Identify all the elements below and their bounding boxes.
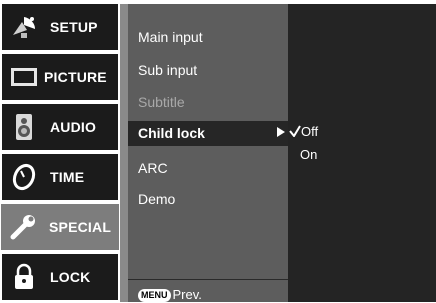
category-tabs: SETUP PICTURE AUDIO TIME SPECIAL LOCK — [0, 4, 120, 302]
tab-label: LOCK — [50, 269, 91, 285]
menu-item-demo[interactable]: Demo — [128, 188, 288, 210]
tab-setup[interactable]: SETUP — [2, 4, 118, 50]
menu-item-child-lock[interactable]: Child lock — [128, 121, 288, 146]
tab-connector — [120, 4, 128, 302]
special-submenu: Main input Sub input Subtitle Child lock… — [128, 4, 288, 303]
menu-divider — [128, 279, 288, 280]
menu-footer: MENU Prev. — [138, 287, 202, 303]
speaker-icon — [16, 114, 32, 140]
tv-osd-menu: SETUP PICTURE AUDIO TIME SPECIAL LOCK Ma… — [0, 0, 436, 303]
tab-time[interactable]: TIME — [2, 154, 118, 200]
menu-item-arc[interactable]: ARC — [128, 157, 288, 179]
tab-label: PICTURE — [44, 69, 107, 85]
tab-audio[interactable]: AUDIO — [2, 104, 118, 150]
tab-label: SPECIAL — [49, 219, 112, 235]
tab-lock[interactable]: LOCK — [2, 254, 118, 300]
padlock-icon — [15, 263, 33, 289]
menu-item-subtitle: Subtitle — [138, 94, 185, 110]
wrench-icon — [10, 215, 35, 240]
monitor-icon — [11, 68, 37, 86]
tab-label: TIME — [50, 169, 85, 185]
tab-special[interactable]: SPECIAL — [1, 204, 119, 250]
tab-label: SETUP — [50, 19, 98, 35]
menu-item-main-input[interactable]: Main input — [128, 26, 288, 48]
satellite-dish-icon — [13, 17, 35, 38]
tab-picture[interactable]: PICTURE — [2, 54, 118, 100]
arrow-right-icon — [277, 127, 285, 137]
option-on[interactable]: On — [300, 146, 317, 164]
tab-label: AUDIO — [50, 119, 97, 135]
menu-item-sub-input[interactable]: Sub input — [128, 59, 288, 81]
menu-footer-label: Prev. — [172, 287, 202, 302]
option-off[interactable]: Off — [301, 123, 318, 141]
clock-icon — [12, 163, 36, 191]
checkmark-icon — [289, 125, 301, 137]
menu-key-icon: MENU — [138, 289, 171, 303]
